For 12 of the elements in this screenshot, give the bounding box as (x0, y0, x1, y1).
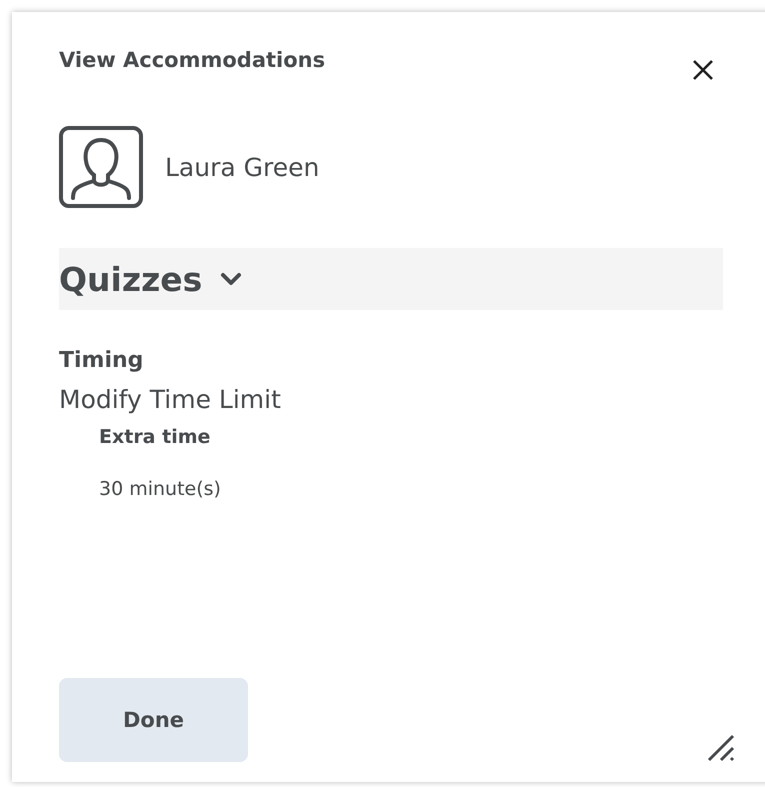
done-button[interactable]: Done (59, 678, 248, 762)
accommodation-name: Modify Time Limit (59, 385, 282, 414)
close-button[interactable] (691, 58, 715, 82)
detail-value: 30 minute(s) (99, 478, 222, 500)
dialog-title: View Accommodations (59, 48, 326, 72)
section-header[interactable]: Quizzes (59, 248, 723, 310)
avatar-icon (59, 126, 143, 208)
detail-label: Extra time (99, 426, 212, 448)
category-heading: Timing (59, 348, 144, 373)
user-name: Laura Green (165, 152, 320, 182)
resize-grip-icon[interactable] (707, 734, 735, 762)
chevron-icon (220, 272, 242, 286)
